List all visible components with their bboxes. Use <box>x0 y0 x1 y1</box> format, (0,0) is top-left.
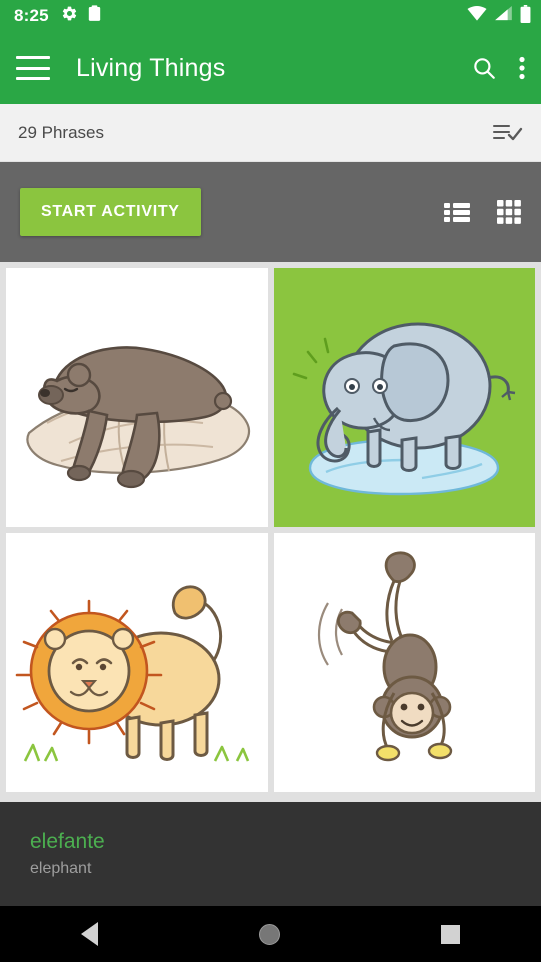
back-triangle-icon[interactable] <box>80 922 98 946</box>
grid-view-icon[interactable] <box>497 200 521 224</box>
sub-header: 29 Phrases <box>0 104 541 162</box>
status-right-icons <box>467 4 531 28</box>
card-monkey[interactable] <box>273 533 535 792</box>
status-bar: 8:25 <box>0 0 541 32</box>
app-bar: Living Things <box>0 32 541 104</box>
battery-icon <box>520 4 531 28</box>
clipboard-icon <box>88 5 101 27</box>
list-view-icon[interactable] <box>444 201 470 223</box>
app-bar-actions <box>471 55 525 81</box>
caption-sheet: elefante elephant <box>0 802 541 906</box>
wifi-icon <box>467 6 487 26</box>
card-elephant[interactable] <box>273 268 535 527</box>
recent-square-icon[interactable] <box>441 924 461 944</box>
status-time: 8:25 <box>14 6 49 25</box>
view-toggle-group <box>444 200 521 224</box>
activity-toolbar: START ACTIVITY <box>0 162 541 262</box>
start-activity-button[interactable]: START ACTIVITY <box>20 188 201 236</box>
overflow-menu-icon[interactable] <box>519 55 525 81</box>
card-bear[interactable] <box>6 268 268 527</box>
phrase-count-label: 29 Phrases <box>18 122 104 142</box>
status-left-icons <box>61 5 101 27</box>
home-circle-icon[interactable] <box>258 923 280 945</box>
cell-signal-icon <box>494 6 513 26</box>
caption-primary-text: elefante <box>30 829 105 853</box>
system-nav-bar <box>0 906 541 962</box>
gear-icon <box>61 5 78 27</box>
select-all-checklist-icon[interactable] <box>493 121 523 145</box>
page-title: Living Things <box>76 53 226 82</box>
search-icon[interactable] <box>471 55 497 81</box>
hamburger-menu-icon[interactable] <box>16 56 50 80</box>
caption-secondary-text: elephant <box>30 859 92 877</box>
app-screen: 8:25 Living Things 29 Phrases START ACTI… <box>0 0 541 962</box>
card-lion[interactable] <box>6 533 268 792</box>
